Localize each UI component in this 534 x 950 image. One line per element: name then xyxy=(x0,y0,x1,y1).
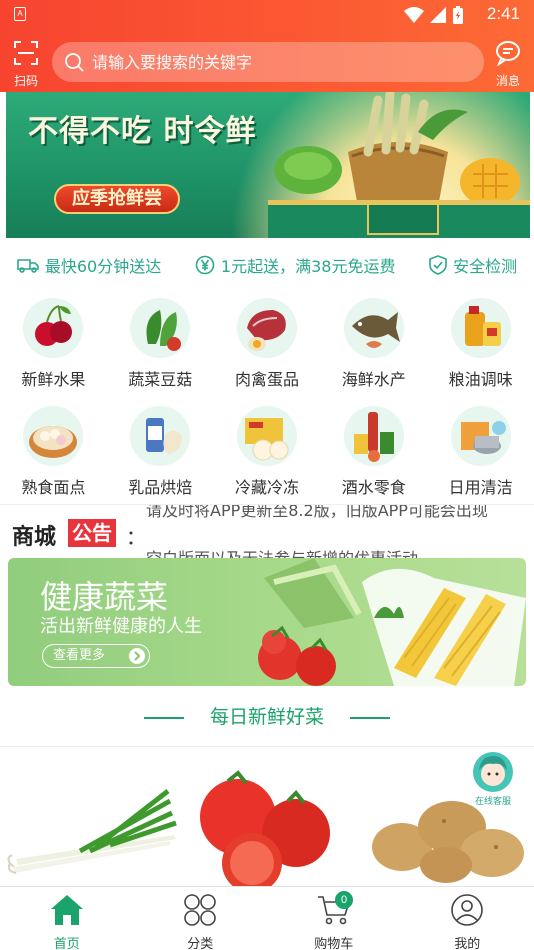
battery-icon xyxy=(453,6,463,24)
tab-profile[interactable]: 我的 xyxy=(401,887,534,950)
category-frozen[interactable]: 冷藏冷冻 xyxy=(214,406,321,498)
arrow-right-icon xyxy=(129,648,145,664)
search-icon xyxy=(65,53,84,72)
category-meat[interactable]: 肉禽蛋品 xyxy=(214,298,321,390)
service-label: 安全检测 xyxy=(453,257,518,276)
home-icon xyxy=(50,895,83,925)
category-label: 海鲜水产 xyxy=(341,370,406,389)
notification-icon: A xyxy=(14,7,26,21)
section-title-text: 每日新鲜好菜 xyxy=(209,706,324,728)
status-icons xyxy=(404,6,464,24)
shield-check-icon xyxy=(429,255,447,275)
category-label: 熟食面点 xyxy=(21,478,86,497)
tab-cart[interactable]: 0 购物车 xyxy=(267,887,401,950)
service-item-safety: 安全检测 xyxy=(429,253,517,277)
title-divider-left xyxy=(143,716,184,719)
meat-icon xyxy=(236,298,297,358)
scan-button[interactable]: 扫码 xyxy=(10,40,42,89)
scan-label: 扫码 xyxy=(13,74,38,88)
category-deli[interactable]: 熟食面点 xyxy=(0,406,107,498)
category-dairy[interactable]: 乳品烘焙 xyxy=(107,406,214,498)
signal-icon xyxy=(430,7,446,23)
notice-text: 空白版面以及无法参与新增的优惠活动 xyxy=(146,545,418,558)
view-more-label: 查看更多 xyxy=(53,648,106,663)
category-grid: 新鲜水果 蔬菜豆菇 肉禽蛋品 海鲜水产 粮油调味 熟食面点 乳品烘焙 冷藏冷冻 … xyxy=(0,298,534,498)
category-label: 蔬菜豆菇 xyxy=(128,370,193,389)
drinks-icon xyxy=(343,406,404,466)
category-drinks-snacks[interactable]: 酒水零食 xyxy=(320,406,427,498)
notice-bar[interactable]: 商城 公告 ： 请及时将APP更新至8.2版，旧版APP可能会出现 空白版面以及… xyxy=(0,504,534,558)
frozen-food-icon xyxy=(236,406,297,466)
search-bar[interactable] xyxy=(52,42,484,82)
banner-headline: 不得不吃 时令鲜 xyxy=(28,114,257,149)
tab-label: 首页 xyxy=(53,937,80,950)
category-label: 日用清洁 xyxy=(448,478,513,497)
tab-label: 购物车 xyxy=(314,937,354,950)
service-item-shipping: 1元起送，满38元免运费 xyxy=(195,253,396,277)
category-vegetable[interactable]: 蔬菜豆菇 xyxy=(107,298,214,390)
category-label: 粮油调味 xyxy=(448,370,513,389)
product-row xyxy=(0,746,534,888)
category-grain-oil[interactable]: 粮油调味 xyxy=(427,298,534,390)
title-divider-right xyxy=(350,716,390,719)
product-card[interactable] xyxy=(0,747,178,888)
status-bar: A 2:41 xyxy=(0,0,534,30)
status-time: 2:41 xyxy=(486,4,520,23)
healthy-vegetables-banner[interactable]: 健康蔬菜 活出新鲜健康的人生 查看更多 xyxy=(8,558,526,686)
search-input[interactable] xyxy=(92,52,472,72)
vegetable-illustration xyxy=(258,558,526,686)
bottom-tab-bar: 首页 分类 0 购物车 我的 xyxy=(0,886,534,950)
section-title: 每日新鲜好菜 xyxy=(0,702,534,729)
wifi-icon xyxy=(404,7,424,23)
category-label: 酒水零食 xyxy=(341,478,406,497)
fish-icon xyxy=(343,298,404,358)
service-label: 最快60分钟送达 xyxy=(44,257,162,276)
vegetable-icon xyxy=(130,298,191,358)
truck-icon xyxy=(17,259,39,273)
category-seafood[interactable]: 海鲜水产 xyxy=(320,298,427,390)
view-more-button[interactable]: 查看更多 xyxy=(42,644,150,668)
profile-icon xyxy=(451,894,484,926)
category-label: 新鲜水果 xyxy=(21,370,86,389)
promo-subtitle: 活出新鲜健康的人生 xyxy=(40,616,202,637)
message-label: 消息 xyxy=(495,74,520,88)
banner-produce-illustration xyxy=(268,92,530,238)
scan-icon xyxy=(14,41,38,65)
service-item-delivery: 最快60分钟送达 xyxy=(17,253,161,277)
category-label: 乳品烘焙 xyxy=(128,478,193,497)
message-icon xyxy=(496,41,520,67)
notice-brand: 商城 xyxy=(12,525,57,550)
fruit-icon xyxy=(23,298,84,358)
notice-colon: ： xyxy=(126,525,146,549)
service-label: 1元起送，满38元免运费 xyxy=(220,257,396,276)
tab-home[interactable]: 首页 xyxy=(0,887,134,950)
category-household[interactable]: 日用清洁 xyxy=(427,406,534,498)
green-onion-image xyxy=(7,789,177,874)
notice-text: 请及时将APP更新至8.2版，旧版APP可能会出现 xyxy=(146,504,488,520)
oil-bottle-icon xyxy=(450,298,511,358)
category-label: 肉禽蛋品 xyxy=(234,370,299,389)
service-highlights: 最快60分钟送达 1元起送，满38元免运费 安全检测 xyxy=(0,250,534,280)
customer-service-icon xyxy=(473,752,513,792)
cleaning-icon xyxy=(450,406,511,466)
app-header: A 2:41 扫码 消息 xyxy=(0,0,534,92)
tab-category[interactable]: 分类 xyxy=(134,887,268,950)
message-button[interactable]: 消息 xyxy=(492,40,524,89)
milk-icon xyxy=(130,406,191,466)
banner-cta-button[interactable]: 应季抢鲜尝 xyxy=(54,184,180,214)
category-icon xyxy=(184,894,217,926)
customer-service-button[interactable]: 在线客服 xyxy=(470,752,516,807)
customer-service-label: 在线客服 xyxy=(474,797,511,807)
seasonal-banner[interactable]: 不得不吃 时令鲜 应季抢鲜尝 xyxy=(6,92,530,238)
product-card[interactable] xyxy=(178,747,356,888)
dumpling-icon xyxy=(23,406,84,466)
yen-icon xyxy=(195,255,215,275)
tab-label: 分类 xyxy=(187,937,214,950)
category-fruit[interactable]: 新鲜水果 xyxy=(0,298,107,390)
cart-badge: 0 xyxy=(335,891,353,909)
category-label: 冷藏冷冻 xyxy=(234,478,299,497)
tab-label: 我的 xyxy=(454,937,481,950)
notice-tag: 公告 xyxy=(68,519,116,547)
tomato-image xyxy=(200,770,330,888)
